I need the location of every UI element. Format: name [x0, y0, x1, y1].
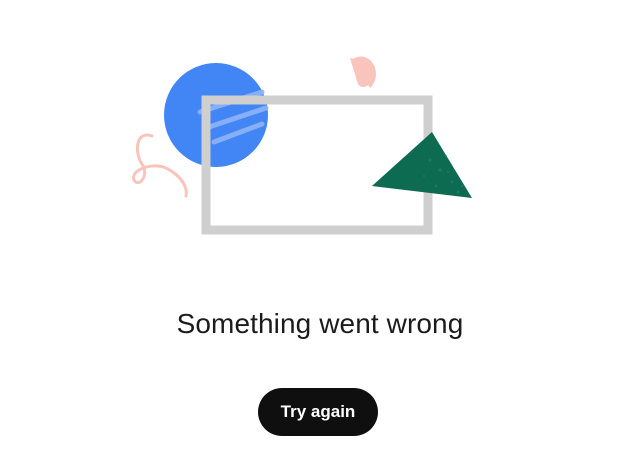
error-illustration	[132, 56, 472, 235]
try-again-button[interactable]: Try again	[258, 388, 378, 436]
error-message: Something went wrong	[176, 308, 464, 339]
green-triangle-shape	[372, 132, 472, 198]
error-page: Something went wrong Try again	[0, 0, 640, 463]
